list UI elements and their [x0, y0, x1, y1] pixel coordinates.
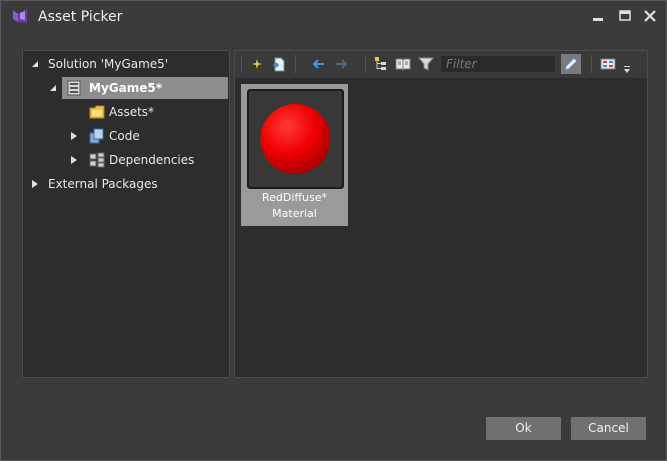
tree-view-icon[interactable] — [373, 56, 389, 72]
project-icon — [67, 80, 81, 96]
asset-type: Material — [272, 207, 317, 220]
window-title: Asset Picker — [38, 9, 123, 25]
asset-view-panel: RedDiffuse* Material — [234, 50, 648, 378]
add-existing-asset-icon[interactable] — [271, 56, 287, 72]
visual-studio-icon — [13, 9, 27, 23]
asset-picker-window: Asset Picker Solution 'MyGame5' MyGame5* — [0, 0, 667, 461]
close-icon[interactable] — [642, 8, 658, 24]
book-icon[interactable] — [395, 56, 411, 72]
tree-item-dependencies[interactable]: Dependencies — [23, 149, 229, 171]
toolbar-separator — [365, 55, 366, 73]
collapsed-arrow-icon[interactable] — [70, 132, 78, 140]
code-icon — [89, 128, 104, 144]
dependencies-icon — [89, 152, 105, 168]
collapsed-arrow-icon[interactable] — [70, 156, 78, 164]
toolbar-separator — [295, 55, 296, 73]
filter-input[interactable] — [440, 55, 556, 73]
back-arrow-icon[interactable] — [311, 56, 327, 72]
folder-icon — [89, 105, 105, 119]
title-bar[interactable]: Asset Picker — [1, 1, 666, 33]
minimize-icon[interactable] — [590, 8, 606, 24]
new-asset-icon[interactable] — [249, 56, 265, 72]
tree-item-code[interactable]: Code — [23, 125, 229, 147]
expanded-arrow-icon[interactable] — [49, 84, 57, 92]
tree-item-external-packages[interactable]: External Packages — [23, 173, 229, 195]
forward-arrow-icon[interactable] — [333, 56, 349, 72]
expanded-arrow-icon[interactable] — [31, 60, 39, 68]
tree-item-mygame5[interactable]: MyGame5* — [50, 77, 228, 99]
toolbar-separator — [241, 55, 242, 73]
tree-item-solution[interactable]: Solution 'MyGame5' — [23, 53, 229, 75]
filter-icon[interactable] — [418, 56, 434, 72]
solution-tree: Solution 'MyGame5' MyGame5* Assets* Code… — [22, 50, 230, 378]
cancel-button[interactable]: Cancel — [571, 417, 646, 440]
tree-item-assets[interactable]: Assets* — [23, 101, 229, 123]
collapsed-arrow-icon[interactable] — [31, 180, 39, 188]
ok-button[interactable]: Ok — [486, 417, 561, 440]
asset-tile[interactable]: RedDiffuse* Material — [241, 84, 348, 226]
edit-pencil-icon[interactable] — [561, 54, 581, 74]
asset-name: RedDiffuse* — [262, 191, 327, 204]
toolbar-overflow-icon[interactable] — [623, 63, 631, 75]
view-options-icon[interactable] — [600, 56, 616, 72]
toolbar-separator — [591, 55, 592, 73]
asset-thumbnail — [247, 89, 344, 189]
material-sphere-icon — [260, 104, 331, 174]
maximize-icon[interactable] — [617, 8, 633, 24]
asset-toolbar — [235, 51, 647, 79]
